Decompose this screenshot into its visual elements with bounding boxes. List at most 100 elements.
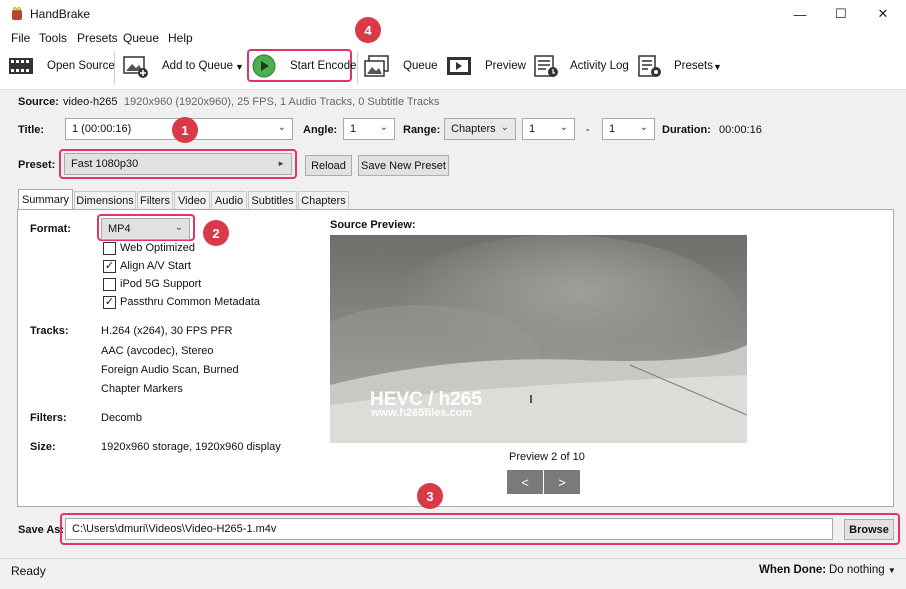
presets-dropdown-icon[interactable]: ▼ bbox=[713, 62, 722, 72]
when-done-label: When Done: bbox=[759, 564, 827, 576]
track-item: AAC (avcodec), Stereo bbox=[101, 345, 214, 357]
passthru-metadata-label: Passthru Common Metadata bbox=[120, 296, 261, 308]
chevron-down-icon: ⌄ bbox=[559, 122, 568, 133]
maximize-button[interactable]: ☐ bbox=[818, 0, 864, 28]
range-label: Range: bbox=[403, 124, 441, 136]
title-bar bbox=[0, 0, 906, 28]
preview-icon[interactable] bbox=[446, 54, 472, 78]
preset-label: Preset: bbox=[18, 159, 56, 171]
tab-audio[interactable]: Audio bbox=[211, 191, 247, 209]
tab-chapters[interactable]: Chapters bbox=[298, 191, 349, 209]
chevron-down-icon: ⌄ bbox=[379, 122, 388, 133]
filters-label: Filters: bbox=[30, 412, 67, 424]
chevron-down-icon: ⌄ bbox=[500, 122, 509, 133]
title-value: 1 (00:00:16) bbox=[72, 123, 132, 135]
tracks-label: Tracks: bbox=[30, 325, 69, 337]
format-dropdown[interactable]: MP4 ⌄ bbox=[101, 218, 190, 240]
activity-log-button[interactable]: Activity Log bbox=[570, 60, 629, 72]
range-end-value: 1 bbox=[609, 123, 616, 135]
annotation-badge-4: 4 bbox=[355, 17, 381, 43]
menu-tools[interactable]: Tools bbox=[39, 31, 67, 45]
menu-file[interactable]: File bbox=[11, 31, 30, 45]
source-name: video-h265 bbox=[63, 96, 118, 108]
add-to-queue-button[interactable]: Add to Queue bbox=[162, 60, 233, 72]
chevron-right-icon: ► bbox=[277, 159, 285, 168]
open-source-button[interactable]: Open Source bbox=[47, 60, 115, 72]
annotation-badge-3: 3 bbox=[417, 483, 443, 509]
track-item: H.264 (x264), 30 FPS PFR bbox=[101, 325, 233, 337]
title-label: Title: bbox=[18, 124, 45, 136]
add-to-queue-dropdown-icon[interactable]: ▼ bbox=[235, 62, 244, 72]
previous-preview-button[interactable]: < bbox=[507, 470, 543, 494]
web-optimized-label: Web Optimized bbox=[120, 242, 195, 254]
align-av-start-label: Align A/V Start bbox=[120, 260, 191, 272]
source-label: Source: bbox=[18, 96, 59, 108]
size-label: Size: bbox=[30, 441, 56, 453]
ipod-5g-support-label: iPod 5G Support bbox=[120, 278, 202, 290]
save-new-preset-button[interactable]: Save New Preset bbox=[358, 155, 449, 176]
close-button[interactable]: ✕ bbox=[860, 0, 906, 28]
duration-label: Duration: bbox=[662, 124, 711, 136]
format-label: Format: bbox=[30, 223, 71, 235]
tab-filters[interactable]: Filters bbox=[137, 191, 173, 209]
chevron-down-icon: ⌄ bbox=[174, 222, 183, 233]
range-start-value: 1 bbox=[529, 123, 536, 135]
chevron-down-icon: ⌄ bbox=[639, 122, 648, 133]
browse-button[interactable]: Browse bbox=[844, 519, 894, 540]
tab-dimensions[interactable]: Dimensions bbox=[74, 191, 136, 209]
tab-summary[interactable]: Summary bbox=[18, 189, 73, 210]
tab-video[interactable]: Video bbox=[174, 191, 210, 209]
range-type-dropdown[interactable]: Chapters ⌄ bbox=[444, 118, 516, 140]
source-info: 1920x960 (1920x960), 25 FPS, 1 Audio Tra… bbox=[124, 96, 440, 108]
annotation-badge-1: 1 bbox=[172, 117, 198, 143]
passthru-metadata-checkbox[interactable]: ✓ bbox=[103, 296, 116, 309]
format-value: MP4 bbox=[108, 223, 131, 235]
track-item: Chapter Markers bbox=[101, 383, 183, 395]
status-text: Ready bbox=[11, 564, 46, 578]
presets-icon[interactable] bbox=[637, 54, 663, 78]
range-separator: - bbox=[586, 124, 590, 136]
track-item: Foreign Audio Scan, Burned bbox=[101, 364, 239, 376]
chevron-down-icon: ▼ bbox=[887, 566, 896, 575]
preset-selector[interactable]: Fast 1080p30 ► bbox=[64, 153, 292, 175]
activity-log-icon[interactable] bbox=[533, 54, 559, 78]
window-title: HandBrake bbox=[30, 7, 91, 21]
web-optimized-checkbox[interactable] bbox=[103, 242, 116, 255]
ipod-5g-support-checkbox[interactable] bbox=[103, 278, 116, 291]
reload-button[interactable]: Reload bbox=[305, 155, 352, 176]
range-end-dropdown[interactable]: 1 ⌄ bbox=[602, 118, 655, 140]
queue-button[interactable]: Queue bbox=[403, 60, 438, 72]
save-as-path-input[interactable]: C:\Users\dmuri\Videos\Video-H265-1.m4v bbox=[65, 518, 833, 540]
align-av-start-checkbox[interactable]: ✓ bbox=[103, 260, 116, 273]
annotation-badge-2: 2 bbox=[203, 220, 229, 246]
save-as-label: Save As: bbox=[18, 524, 65, 536]
toolbar-separator bbox=[114, 52, 115, 84]
tab-subtitles[interactable]: Subtitles bbox=[248, 191, 297, 209]
when-done-value: Do nothing bbox=[829, 564, 885, 576]
angle-dropdown[interactable]: 1 ⌄ bbox=[343, 118, 395, 140]
play-icon[interactable] bbox=[252, 54, 276, 78]
range-type-value: Chapters bbox=[451, 123, 496, 135]
range-start-dropdown[interactable]: 1 ⌄ bbox=[522, 118, 575, 140]
when-done-dropdown[interactable]: Do nothing ▼ bbox=[829, 564, 896, 576]
minimize-button[interactable]: — bbox=[777, 0, 823, 28]
next-preview-button[interactable]: > bbox=[544, 470, 580, 494]
menu-help[interactable]: Help bbox=[168, 31, 193, 45]
menu-presets[interactable]: Presets bbox=[77, 31, 118, 45]
angle-label: Angle: bbox=[303, 124, 338, 136]
add-to-queue-icon[interactable] bbox=[123, 54, 149, 78]
preview-button[interactable]: Preview bbox=[485, 60, 526, 72]
menu-queue[interactable]: Queue bbox=[123, 31, 159, 45]
preset-value: Fast 1080p30 bbox=[71, 158, 139, 170]
filters-value: Decomb bbox=[101, 412, 142, 424]
source-preview-label: Source Preview: bbox=[330, 219, 416, 231]
queue-icon[interactable] bbox=[364, 54, 390, 78]
preview-counter: Preview 2 of 10 bbox=[509, 451, 585, 463]
duration-value: 00:00:16 bbox=[719, 124, 762, 136]
angle-value: 1 bbox=[350, 123, 357, 135]
chevron-down-icon: ⌄ bbox=[277, 122, 286, 133]
presets-button[interactable]: Presets bbox=[674, 60, 713, 72]
start-encode-button[interactable]: Start Encode bbox=[290, 60, 356, 72]
size-value: 1920x960 storage, 1920x960 display bbox=[101, 441, 281, 453]
open-source-icon[interactable] bbox=[8, 54, 34, 78]
